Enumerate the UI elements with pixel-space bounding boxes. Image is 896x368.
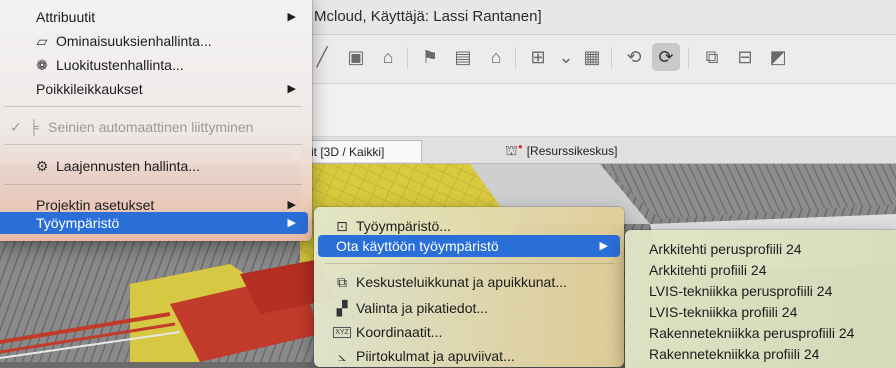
dialogs-icon: ⧉ <box>337 273 347 290</box>
layout-icon[interactable]: ▤ <box>449 43 477 71</box>
toolbar-divider <box>407 47 408 69</box>
work-env-icon: ⊡ <box>336 217 348 234</box>
profiles-submenu: Arkkitehti perusprofiili 24 Arkkitehti p… <box>625 230 896 368</box>
menu-item-property-manager[interactable]: ⏥ Ominaisuuksienhallinta... <box>0 30 308 52</box>
tag-icon: ⏥ <box>36 32 48 49</box>
menu-item-profile[interactable]: Arkkitehti perusprofiili 24 <box>629 238 896 260</box>
checkmark-icon: ✓ <box>10 118 22 135</box>
grid-icon[interactable]: ⊟ <box>731 43 759 71</box>
toolbar-divider <box>688 47 689 69</box>
menu-item-dialogs-palettes[interactable]: ⧉ Keskusteluikkunat ja apuikkunat... <box>318 271 620 293</box>
submenu-arrow-icon: ▶ <box>287 11 296 23</box>
menu-item-selection-info[interactable]: ▞ Valinta ja pikatiedot... <box>318 297 620 319</box>
work-environment-submenu: ⊡ Työympäristö... Ota käyttöön työympäri… <box>314 207 624 367</box>
wall-join-icon: ╞ <box>29 119 39 135</box>
menu-item-profile[interactable]: Arkkitehti profiili 24 <box>629 259 896 281</box>
options-menu: Attribuutit ▶ ⏥ Ominaisuuksienhallinta..… <box>0 0 312 241</box>
toolbar-divider <box>515 47 516 69</box>
publisher-icon[interactable]: ▦ <box>578 43 606 71</box>
tool-slash-icon[interactable]: ╱ <box>308 43 336 71</box>
menu-item-profile[interactable]: LVIS-tekniikka perusprofiili 24 <box>629 280 896 302</box>
submenu-arrow-icon: ▶ <box>287 199 296 211</box>
hotlink-icon[interactable]: ⧉ <box>698 43 726 71</box>
window-title: Mcloud, Käyttäjä: Lassi Rantanen] <box>314 8 542 25</box>
submenu-arrow-icon: ▶ <box>287 83 296 95</box>
menu-item-attributes[interactable]: Attribuutit ▶ <box>0 6 308 28</box>
menu-item-guides[interactable]: ⦣ Piirtokulmat ja apuviivat... <box>318 345 620 367</box>
menu-separator <box>4 184 302 185</box>
window-icon[interactable]: ⊞ <box>524 43 552 71</box>
menu-item-apply-work-environment[interactable]: Ota käyttöön työympäristö ▶ <box>318 235 620 257</box>
xyz-icon: XYZ <box>333 326 351 338</box>
menu-item-work-environment-dialog[interactable]: ⊡ Työympäristö... <box>318 215 620 237</box>
frame-icon[interactable]: ▣ <box>342 43 370 71</box>
menu-item-sections[interactable]: Poikkileikkaukset ▶ <box>0 78 308 100</box>
menu-item-profile[interactable]: Rakennetekniikka perusprofiili 24 <box>629 322 896 344</box>
guides-icon: ⦣ <box>337 347 347 364</box>
menu-item-coordinates[interactable]: XYZ Koordinaatit... <box>318 321 620 343</box>
menu-separator <box>4 106 302 107</box>
menu-item-profile[interactable]: LVIS-tekniikka profiili 24 <box>629 301 896 323</box>
menu-item-classification-manager[interactable]: ❁ Luokitustenhallinta... <box>0 54 308 76</box>
resource-hub-icon: ⛫● <box>505 141 523 158</box>
plan-view-icon[interactable]: ⌂ <box>482 43 510 71</box>
chevron-down-icon[interactable]: ⌄ <box>552 43 580 71</box>
classification-icon: ❁ <box>36 56 48 73</box>
submenu-arrow-icon: ▶ <box>599 240 608 252</box>
tab-resources-label: [Resurssikeskus] <box>526 144 618 158</box>
menu-item-auto-wall-join: ✓ ╞ Seinien automaattinen liittyminen <box>10 118 254 136</box>
submenu-arrow-icon: ▶ <box>287 217 296 229</box>
teamwork-icon[interactable]: ⟲ <box>620 43 648 71</box>
flag-icon[interactable]: ⚑ <box>416 43 444 71</box>
selection-icon: ▞ <box>336 299 348 316</box>
house-icon[interactable]: ⌂ <box>374 43 402 71</box>
toolbar-divider <box>611 47 612 69</box>
addon-icon: ⚙ <box>35 157 49 174</box>
menu-item-work-environment[interactable]: Työympäristö ▶ <box>0 212 308 234</box>
menu-separator <box>4 144 302 145</box>
tab-3d-label: ntit [3D / Kaikki] <box>301 145 385 159</box>
menu-separator <box>324 263 614 264</box>
render-icon[interactable]: ◩ <box>764 43 792 71</box>
teamwork-active-icon[interactable]: ⟳ <box>652 43 680 71</box>
menu-item-addon-manager[interactable]: ⚙ Laajennusten hallinta... <box>0 155 308 177</box>
tab-resource-hub[interactable]: ⛫● [Resurssikeskus] <box>505 141 617 161</box>
